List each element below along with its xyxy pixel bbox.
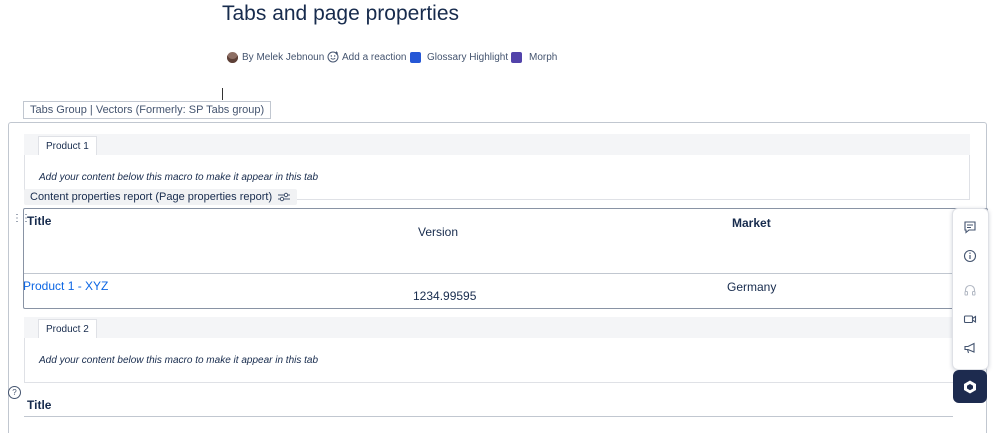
text-cursor (222, 88, 223, 100)
page-properties-report-table (23, 208, 988, 309)
headphones-icon (961, 281, 979, 299)
morph-icon (511, 51, 522, 63)
info-icon[interactable] (961, 247, 979, 265)
row-divider (24, 273, 953, 274)
side-action-panel (952, 208, 989, 370)
avatar (227, 51, 238, 63)
glossary-highlight-button[interactable]: Glossary Highlight (410, 50, 508, 64)
tab2-hint: Add your content below this macro to mak… (39, 355, 319, 366)
second-report-divider (24, 416, 953, 417)
author-name: By Melek Jebnoun (242, 51, 325, 63)
tab-product-1[interactable]: Product 1 (38, 136, 97, 155)
tab1-hint: Add your content below this macro to mak… (39, 172, 319, 183)
tab1-strip (24, 134, 970, 155)
tab2-strip (24, 317, 970, 338)
column-header-market: Market (732, 216, 771, 230)
add-reaction-button[interactable]: Add a reaction (327, 50, 407, 64)
morph-button[interactable]: Morph (511, 50, 557, 64)
morph-label: Morph (529, 51, 558, 63)
comment-icon[interactable] (961, 218, 979, 236)
glossary-book-icon (410, 51, 421, 63)
column-header-title: Title (27, 214, 52, 228)
table-row-market: Germany (727, 280, 777, 294)
add-reaction-label: Add a reaction (342, 51, 407, 63)
megaphone-icon[interactable] (961, 339, 979, 357)
column-header-version: Version (418, 225, 459, 239)
glossary-label: Glossary Highlight (427, 51, 509, 63)
report-macro-label[interactable]: Content properties report (Page properti… (24, 189, 298, 205)
ai-assistant-button[interactable] (953, 370, 987, 403)
video-camera-icon[interactable] (961, 310, 979, 328)
table-row-version: 1234.99595 (413, 289, 477, 303)
tab-product-2[interactable]: Product 2 (38, 319, 97, 338)
byline-author[interactable]: By Melek Jebnoun (227, 50, 324, 64)
ai-assistant-icon (964, 380, 976, 393)
second-report-title-header: Title (27, 398, 52, 412)
smiley-add-icon (327, 51, 339, 63)
page-title: Tabs and page properties (222, 2, 459, 25)
settings-sliders-icon[interactable] (277, 192, 291, 202)
help-icon[interactable]: ? (8, 386, 21, 399)
tabs-group-macro-label[interactable]: Tabs Group | Vectors (Formerly: SP Tabs … (23, 101, 272, 119)
report-macro-title: Content properties report (Page properti… (30, 191, 273, 203)
table-row-title-link[interactable]: Product 1 - XYZ (23, 279, 108, 293)
